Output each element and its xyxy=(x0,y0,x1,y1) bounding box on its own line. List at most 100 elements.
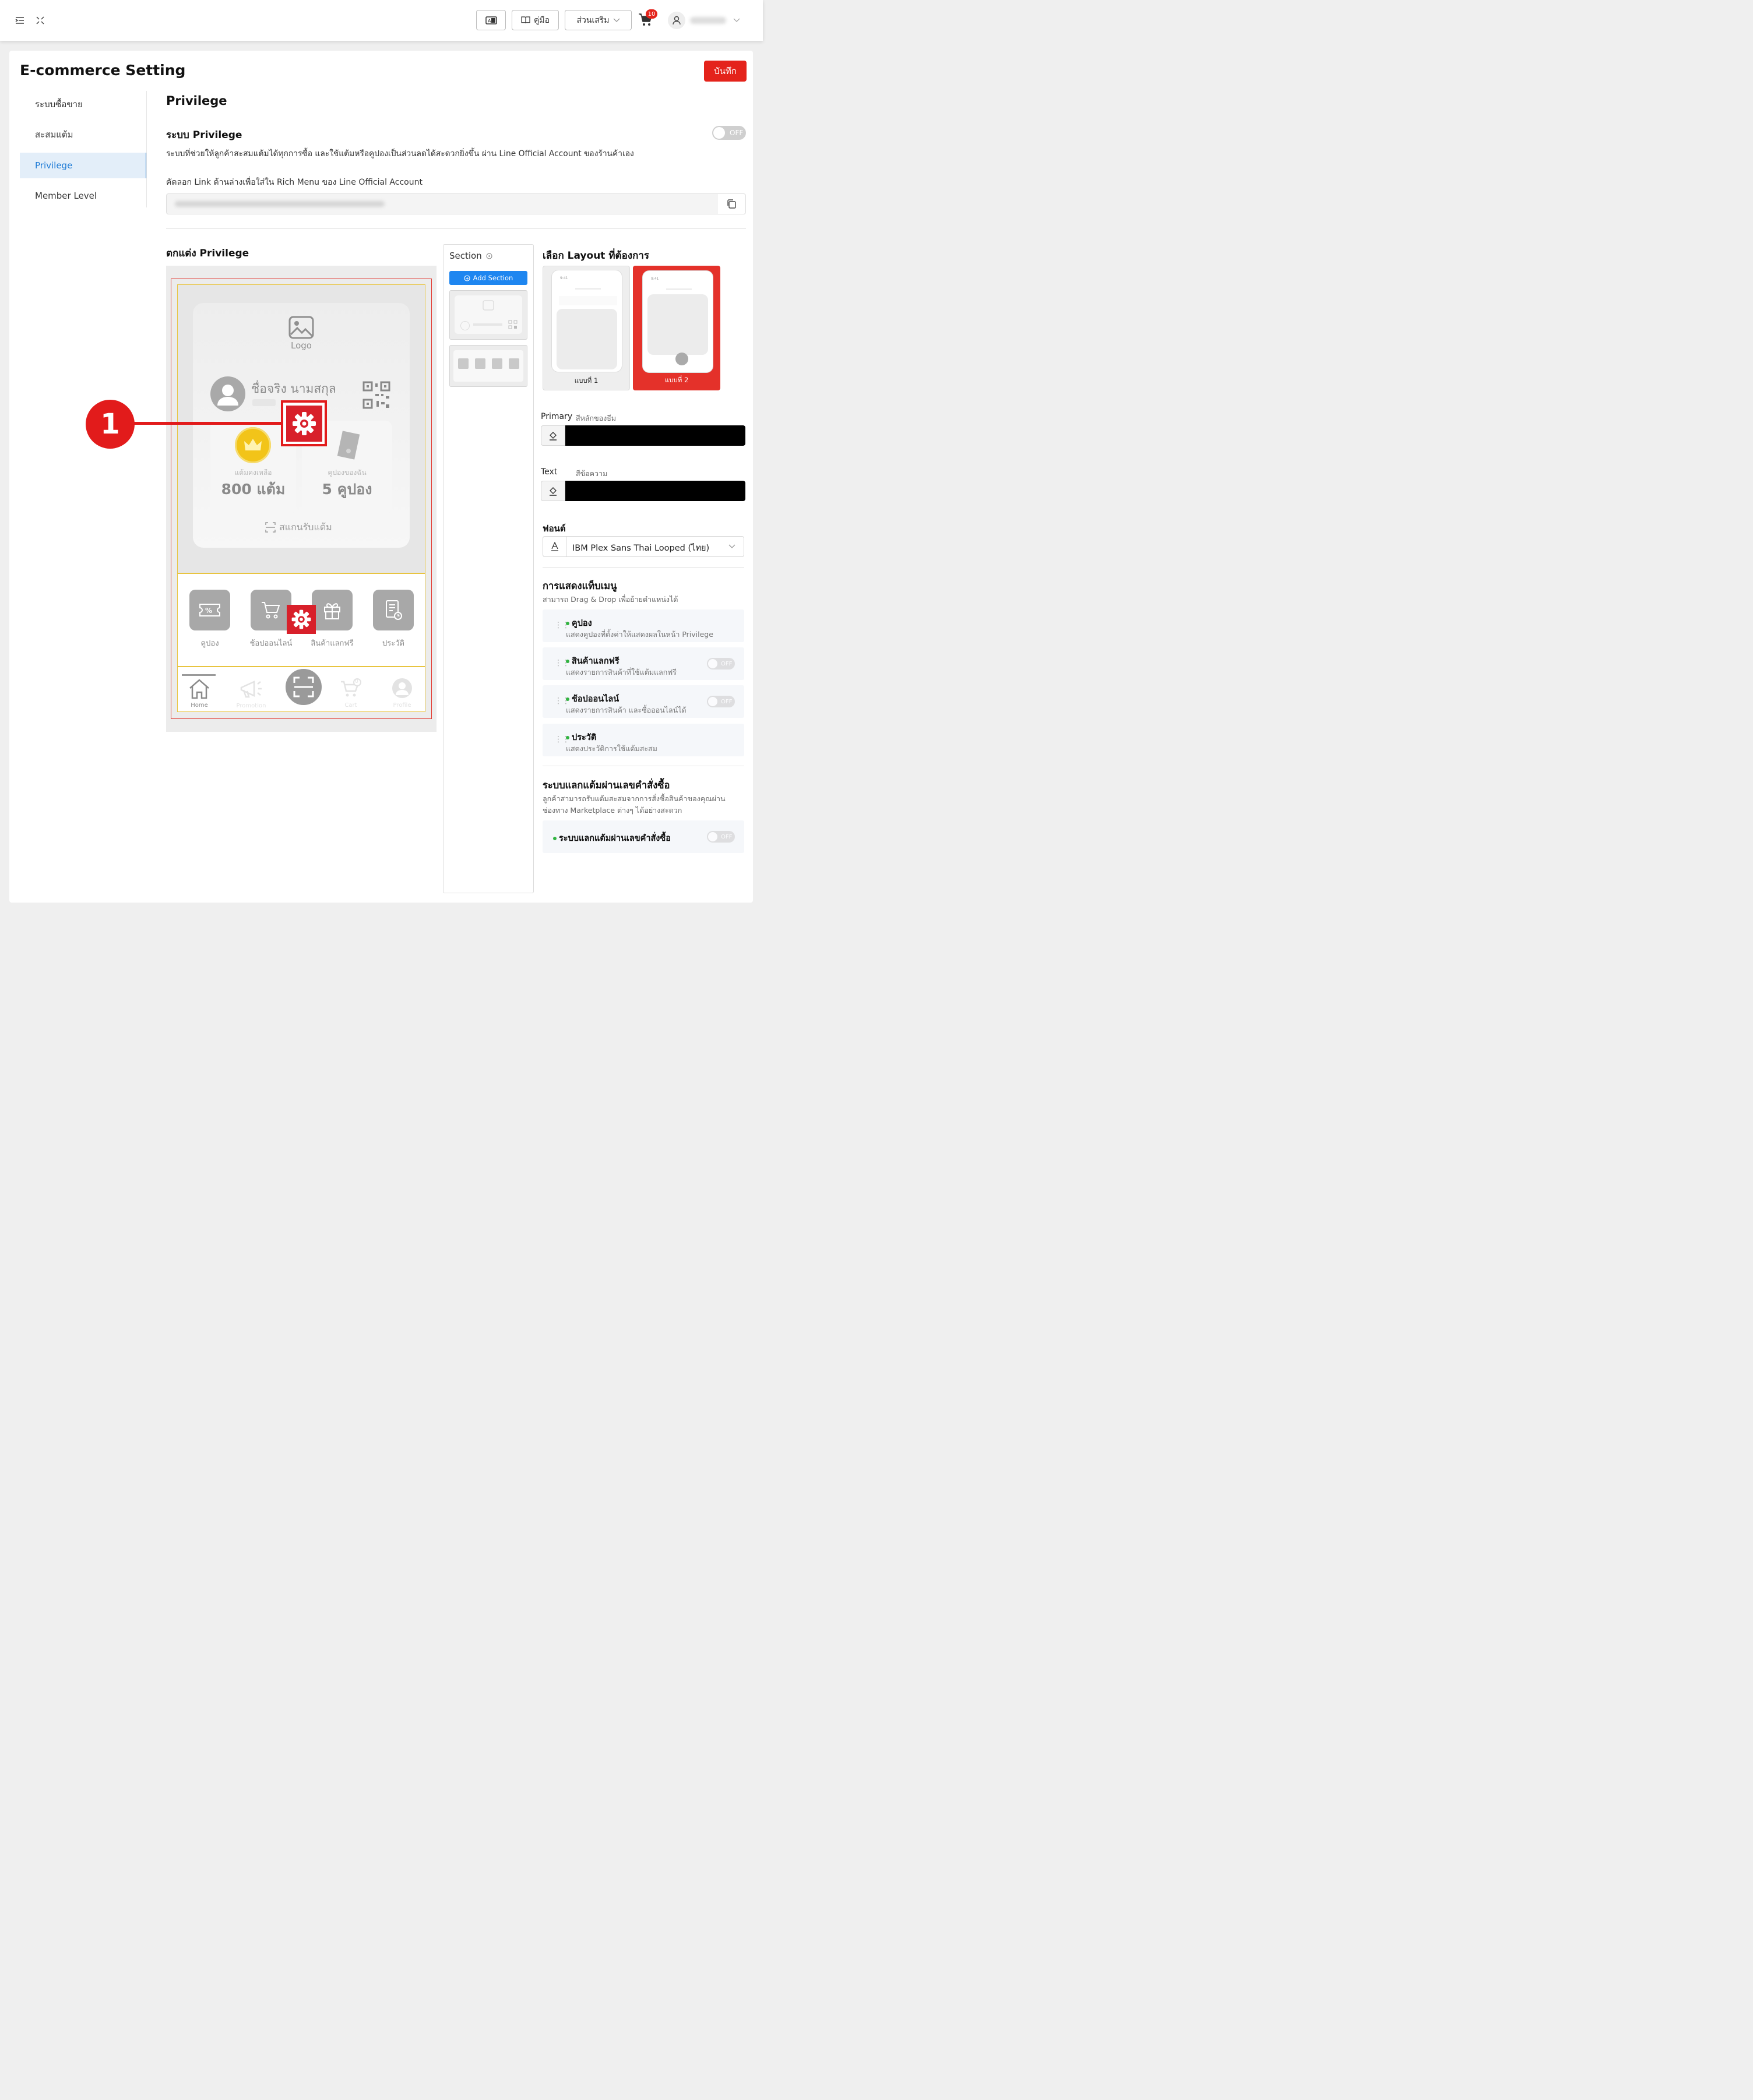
status-dot xyxy=(566,660,569,663)
tab-menu-item-desc: แสดงรายการสินค้าที่ใช้แต้มแลกฟรี xyxy=(566,668,677,676)
tab-menu-item-free-gift[interactable]: ⋮⋮ สินค้าแลกฟรี แสดงรายการสินค้าที่ใช้แต… xyxy=(543,647,744,680)
thumb-tile xyxy=(509,358,519,369)
scan-icon xyxy=(265,522,276,533)
order-points-item-title: ระบบแลกแต้มผ่านเลขคำสั่งซื้อ xyxy=(553,831,671,845)
logo-image-icon xyxy=(288,316,314,339)
copy-link-button[interactable] xyxy=(717,193,746,214)
fullscreen-icon[interactable] xyxy=(36,16,44,24)
order-points-item[interactable]: ระบบแลกแต้มผ่านเลขคำสั่งซื้อ OFF xyxy=(543,820,744,853)
text-color-picker-button[interactable] xyxy=(541,481,565,501)
phone-header-line xyxy=(575,288,601,290)
user-chevron-icon[interactable] xyxy=(733,18,740,23)
tab-menu-item-title-text: ประวัติ xyxy=(572,733,597,742)
scan-fab[interactable] xyxy=(284,667,323,707)
layout-phone-preview: 9:41 xyxy=(642,270,713,373)
coupons-caption: คูปองของฉัน xyxy=(328,468,367,477)
addon-label: ส่วนเสริม xyxy=(576,15,610,25)
svg-text:A: A xyxy=(488,18,491,23)
menu-collapse-icon[interactable] xyxy=(15,16,24,24)
font-select[interactable]: IBM Plex Sans Thai Looped (ไทย) xyxy=(543,536,744,557)
thumb-tile xyxy=(492,358,502,369)
top-bar: A คู่มือ ส่วนเสริม 10 xyxy=(0,0,763,41)
cart-nav-badge: 0 xyxy=(355,679,358,685)
phone-scan-fab xyxy=(675,353,688,365)
help-icon[interactable] xyxy=(486,253,492,259)
highlighted-settings-box xyxy=(281,400,327,446)
points-value: 800 แต้ม xyxy=(221,481,286,498)
privilege-system-title: ระบบ Privilege xyxy=(166,129,242,141)
translate-button[interactable]: A xyxy=(476,10,506,30)
user-icon xyxy=(673,16,681,25)
addon-dropdown[interactable]: ส่วนเสริม xyxy=(565,10,632,30)
toggle-label: OFF xyxy=(721,698,733,705)
history-document-icon xyxy=(386,600,402,620)
privilege-link-input[interactable] xyxy=(166,193,717,214)
primary-color-swatch[interactable] xyxy=(565,425,745,446)
tab-menu-item-toggle[interactable]: OFF xyxy=(707,696,735,707)
tab-menu-item-coupon[interactable]: ⋮⋮ คูปอง แสดงคูปองที่ตั้งค่าให้แสดงผลในห… xyxy=(543,609,744,642)
home-icon[interactable] xyxy=(188,678,211,700)
manual-button[interactable]: คู่มือ xyxy=(512,10,559,30)
sidebar-item-privilege[interactable]: Privilege xyxy=(20,153,147,178)
phone-screen xyxy=(557,309,617,369)
tab-menu-item-title-text: คูปอง xyxy=(572,619,592,628)
layout-option-label: แบบที่ 2 xyxy=(664,376,689,384)
tab-menu-item-desc: แสดงรายการสินค้า และซื้อออนไลน์ได้ xyxy=(566,706,687,714)
user-name-blurred xyxy=(690,17,726,24)
tile-label: คูปอง xyxy=(200,639,219,648)
book-icon xyxy=(521,16,530,24)
add-section-button[interactable]: Add Section xyxy=(449,271,527,285)
sidebar-item-points[interactable]: สะสมแต้ม xyxy=(20,122,147,147)
megaphone-icon[interactable] xyxy=(239,678,263,699)
sidebar-item-member-level[interactable]: Member Level xyxy=(20,183,147,209)
thumb-avatar xyxy=(460,321,470,330)
toggle-knob xyxy=(708,697,717,706)
text-color-label: Text xyxy=(541,467,558,477)
tab-menu-item-desc: แสดงประวัติการใช้แต้มสะสม xyxy=(566,744,657,753)
phone-time: 9:41 xyxy=(560,276,568,280)
tile-shop-online[interactable] xyxy=(251,590,291,630)
manual-label: คู่มือ xyxy=(533,15,550,25)
callout-number-badge: 1 xyxy=(86,400,135,449)
privilege-system-toggle[interactable]: OFF xyxy=(712,126,746,140)
status-dot xyxy=(566,736,569,739)
profile-nav-icon[interactable] xyxy=(392,678,412,698)
logo-label: Logo xyxy=(291,340,312,351)
section-thumb-tile-menu[interactable] xyxy=(449,345,527,387)
thumb-qr-icon xyxy=(508,320,518,329)
layout-option-1[interactable]: 9:41 แบบที่ 1 xyxy=(543,266,630,390)
phone-header-line xyxy=(666,288,692,290)
layout-option-2[interactable]: 9:41 แบบที่ 2 xyxy=(633,266,720,390)
tile-history[interactable] xyxy=(373,590,414,630)
order-points-toggle[interactable]: OFF xyxy=(707,831,735,843)
member-level-placeholder xyxy=(252,399,276,406)
layout-title: เลือก Layout ที่ต้องการ xyxy=(543,250,650,262)
tab-menu-item-history[interactable]: ⋮⋮ ประวัติ แสดงประวัติการใช้แต้มสะสม xyxy=(543,724,744,756)
section-panel xyxy=(443,244,534,893)
cart-count-badge: 10 xyxy=(646,9,657,19)
phone-time: 9:41 xyxy=(651,277,659,281)
order-points-item-title-text: ระบบแลกแต้มผ่านเลขคำสั่งซื้อ xyxy=(559,834,671,843)
tile-menu-settings-button[interactable] xyxy=(287,605,316,634)
tile-label: ช้อปออนไลน์ xyxy=(249,639,293,648)
sidebar-item-sales[interactable]: ระบบซื้อขาย xyxy=(20,91,147,117)
primary-color-picker-button[interactable] xyxy=(541,425,565,446)
bottom-nav-label: Home xyxy=(191,702,208,709)
tab-menu-item-toggle[interactable]: OFF xyxy=(707,658,735,670)
phone-top-strip xyxy=(559,296,617,305)
save-button[interactable]: บันทึก xyxy=(704,61,747,82)
bottom-nav-label: Profile xyxy=(393,702,411,709)
tile-coupon[interactable]: % xyxy=(189,590,230,630)
member-name: ชื่อจริง นามสกุล xyxy=(251,382,336,396)
section-thumb-member-card[interactable] xyxy=(449,290,527,340)
sidebar-item-label: Member Level xyxy=(35,191,97,201)
tab-menu-item-title-text: ช้อปออนไลน์ xyxy=(572,695,619,704)
tab-menu-item-desc: แสดงคูปองที่ตั้งค่าให้แสดงผลในหน้า Privi… xyxy=(566,630,713,639)
tab-menu-item-shop-online[interactable]: ⋮⋮ ช้อปออนไลน์ แสดงรายการสินค้า และซื้ออ… xyxy=(543,685,744,718)
phone-screen xyxy=(647,294,708,355)
tile-free-gift[interactable] xyxy=(312,590,353,630)
member-card-settings-button[interactable] xyxy=(286,405,322,442)
font-title: ฟอนต์ xyxy=(543,523,566,534)
avatar[interactable] xyxy=(668,12,685,29)
text-color-swatch[interactable] xyxy=(565,481,745,501)
